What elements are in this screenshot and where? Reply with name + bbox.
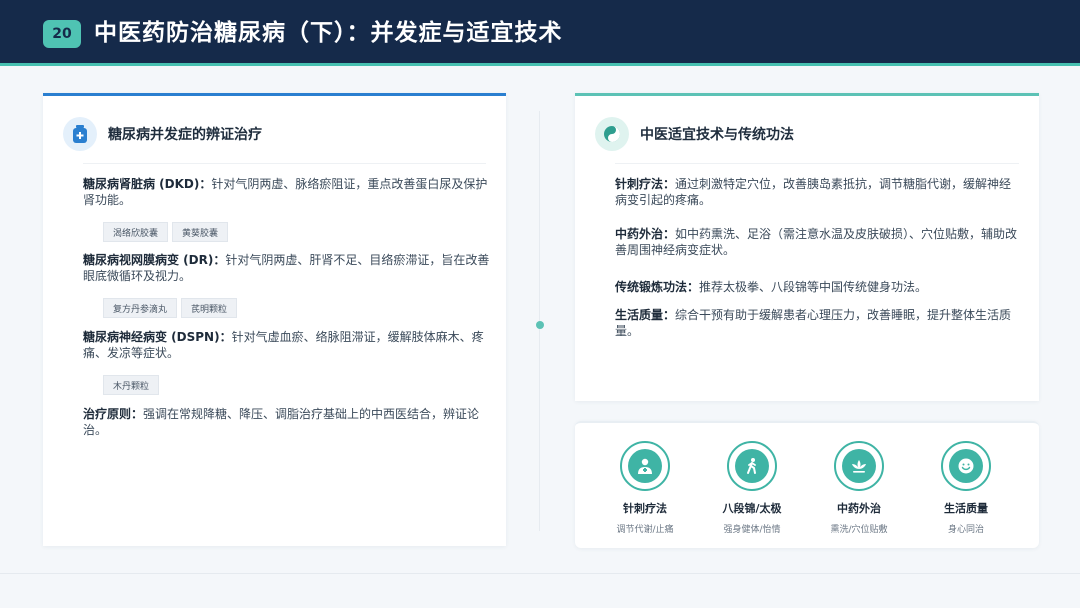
feature-acupuncture: 针刺疗法 调节代谢/止痛 bbox=[590, 441, 700, 535]
dkd-tags: 渴络欣胶囊 黄葵胶囊 bbox=[103, 222, 229, 242]
divider-dot bbox=[536, 321, 544, 329]
slide-header: 20 中医药防治糖尿病（下）：并发症与适宜技术 bbox=[0, 0, 1080, 66]
lotus-icon bbox=[842, 449, 876, 483]
principle-item: 治疗原则：强调在常规降糖、降压、调脂治疗基础上的中西医结合，辨证论治。 bbox=[83, 406, 493, 438]
card-header: 糖尿病并发症的辨证治疗 bbox=[63, 116, 262, 152]
features-card: 针刺疗法 调节代谢/止痛 八段锦/太极 强身健体/怡情 中药外治 熏洗/穴位贴敷… bbox=[575, 421, 1039, 548]
feature-subtitle: 强身健体/怡情 bbox=[723, 525, 781, 535]
dspn-item: 糖尿病神经病变 (DSPN)：针对气虚血瘀、络脉阻滞证，缓解肢体麻木、疼痛、发凉… bbox=[83, 329, 493, 361]
feature-ring bbox=[941, 441, 991, 491]
item-text: 推荐太极拳、八段锦等中国传统健身功法。 bbox=[699, 280, 928, 294]
quality-of-life-item: 生活质量：综合干预有助于缓解患者心理压力，改善睡眠，提升整体生活质量。 bbox=[615, 307, 1020, 339]
item-term: 中药外治： bbox=[615, 227, 676, 241]
medicine-bottle-icon bbox=[63, 117, 97, 151]
card-header: 中医适宜技术与传统功法 bbox=[595, 116, 794, 152]
page-title: 中医药防治糖尿病（下）：并发症与适宜技术 bbox=[94, 19, 563, 46]
feature-ring bbox=[834, 441, 884, 491]
item-text: 如中药熏洗、足浴（需注意水温及皮肤破损）、穴位贴敷，辅助改善周围神经病变症状。 bbox=[615, 227, 1018, 257]
exercise-item: 传统锻炼功法：推荐太极拳、八段锦等中国传统健身功法。 bbox=[615, 279, 1020, 295]
feature-title: 生活质量 bbox=[944, 502, 988, 515]
footer-divider bbox=[0, 573, 1080, 574]
techniques-card: 中医适宜技术与传统功法 针刺疗法：通过刺激特定穴位，改善胰岛素抵抗，调节糖脂代谢… bbox=[575, 93, 1039, 401]
feature-subtitle: 熏洗/穴位贴敷 bbox=[830, 525, 888, 535]
complications-card: 糖尿病并发症的辨证治疗 糖尿病肾脏病 (DKD)：针对气阴两虚、脉络瘀阻证，重点… bbox=[43, 93, 506, 546]
dspn-tags: 木丹颗粒 bbox=[103, 375, 160, 395]
item-term: 治疗原则： bbox=[83, 407, 144, 421]
medicine-tag: 复方丹参滴丸 bbox=[103, 298, 178, 318]
feature-exercise: 八段锦/太极 强身健体/怡情 bbox=[697, 441, 807, 535]
doctor-icon bbox=[628, 449, 662, 483]
medicine-tag: 木丹颗粒 bbox=[103, 375, 160, 395]
feature-subtitle: 身心同治 bbox=[947, 525, 984, 535]
feature-ring bbox=[727, 441, 777, 491]
divider bbox=[615, 163, 1019, 164]
feature-title: 针刺疗法 bbox=[623, 502, 667, 515]
item-term: 糖尿病视网膜病变 (DR)： bbox=[83, 253, 226, 267]
item-term: 传统锻炼功法： bbox=[615, 280, 700, 294]
yin-yang-icon bbox=[595, 117, 629, 151]
feature-quality-of-life: 生活质量 身心同治 bbox=[911, 441, 1021, 535]
item-term: 糖尿病肾脏病 (DKD)： bbox=[83, 177, 212, 191]
medicine-tag: 黄葵胶囊 bbox=[172, 222, 229, 242]
dkd-item: 糖尿病肾脏病 (DKD)：针对气阴两虚、脉络瘀阻证，重点改善蛋白尿及保护肾功能。 bbox=[83, 176, 493, 208]
page-number-badge: 20 bbox=[43, 20, 81, 48]
item-term: 生活质量： bbox=[615, 308, 676, 322]
smile-icon bbox=[949, 449, 983, 483]
item-text: 通过刺激特定穴位，改善胰岛素抵抗，调节糖脂代谢，缓解神经病变引起的疼痛。 bbox=[615, 177, 1012, 207]
medicine-tag: 芪明颗粒 bbox=[181, 298, 238, 318]
item-term: 糖尿病神经病变 (DSPN)： bbox=[83, 330, 232, 344]
external-treatment-item: 中药外治：如中药熏洗、足浴（需注意水温及皮肤破损）、穴位贴敷，辅助改善周围神经病… bbox=[615, 226, 1020, 258]
feature-external-treatment: 中药外治 熏洗/穴位贴敷 bbox=[804, 441, 914, 535]
item-text: 强调在常规降糖、降压、调脂治疗基础上的中西医结合，辨证论治。 bbox=[83, 407, 480, 437]
item-text: 综合干预有助于缓解患者心理压力，改善睡眠，提升整体生活质量。 bbox=[615, 308, 1012, 338]
walking-person-icon bbox=[735, 449, 769, 483]
divider bbox=[83, 163, 486, 164]
card-title: 中医适宜技术与传统功法 bbox=[640, 127, 794, 143]
feature-ring bbox=[620, 441, 670, 491]
medicine-tag: 渴络欣胶囊 bbox=[103, 222, 169, 242]
dr-item: 糖尿病视网膜病变 (DR)：针对气阴两虚、肝肾不足、目络瘀滞证，旨在改善眼底微循… bbox=[83, 252, 493, 284]
feature-title: 八段锦/太极 bbox=[722, 502, 782, 515]
feature-subtitle: 调节代谢/止痛 bbox=[616, 525, 674, 535]
acupuncture-item: 针刺疗法：通过刺激特定穴位，改善胰岛素抵抗，调节糖脂代谢，缓解神经病变引起的疼痛… bbox=[615, 176, 1020, 208]
card-title: 糖尿病并发症的辨证治疗 bbox=[108, 127, 262, 143]
feature-title: 中药外治 bbox=[837, 502, 881, 515]
item-term: 针刺疗法： bbox=[615, 177, 676, 191]
dr-tags: 复方丹参滴丸 芪明颗粒 bbox=[103, 298, 238, 318]
